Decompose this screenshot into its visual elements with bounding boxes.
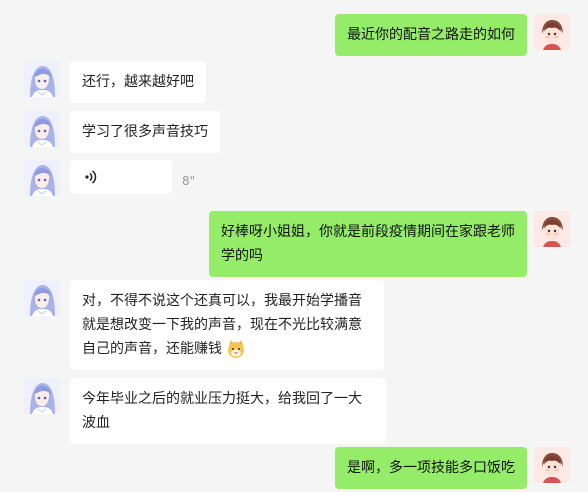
message-text: 今年毕业之后的就业压力挺大，给我回了一大波血	[82, 391, 362, 431]
message-bubble-outgoing[interactable]: 好棒呀小姐姐，你就是前段疫情期间在家跟老师学的吗	[209, 211, 527, 277]
contact-avatar[interactable]	[24, 378, 60, 414]
voice-message-bubble[interactable]	[70, 160, 172, 194]
message-bubble-incoming[interactable]: 今年毕业之后的就业压力挺大，给我回了一大波血	[70, 378, 386, 444]
contact-avatar[interactable]	[24, 111, 60, 147]
voice-wave-icon	[84, 165, 98, 197]
my-avatar[interactable]	[534, 447, 570, 483]
message-text: 最近你的配音之路走的如何	[347, 27, 515, 43]
contact-avatar[interactable]	[24, 280, 60, 316]
message-bubble-outgoing[interactable]: 最近你的配音之路走的如何	[335, 14, 527, 56]
message-bubble-incoming[interactable]: 学习了很多声音技巧	[70, 111, 220, 153]
message-text: 对，不得不说这个还真可以，我最开始学播音就是想改变一下我的声音，现在不光比较满意…	[82, 293, 362, 357]
message-text: 学习了很多声音技巧	[82, 124, 208, 140]
my-avatar[interactable]	[534, 14, 570, 50]
contact-avatar[interactable]	[24, 61, 60, 97]
voice-duration: 8"	[182, 174, 196, 188]
my-avatar[interactable]	[534, 211, 570, 247]
message-text: 还行，越来越好吧	[82, 74, 194, 90]
message-bubble-outgoing[interactable]: 是啊，多一项技能多口饭吃	[335, 447, 527, 489]
message-bubble-incoming[interactable]: 还行，越来越好吧	[70, 61, 206, 103]
message-text: 好棒呀小姐姐，你就是前段疫情期间在家跟老师学的吗	[221, 224, 515, 264]
message-text: 是啊，多一项技能多口饭吃	[347, 460, 515, 476]
message-bubble-incoming[interactable]: 对，不得不说这个还真可以，我最开始学播音就是想改变一下我的声音，现在不光比较满意…	[70, 280, 384, 370]
cat-emoji-icon	[226, 339, 246, 359]
contact-avatar[interactable]	[24, 160, 60, 196]
